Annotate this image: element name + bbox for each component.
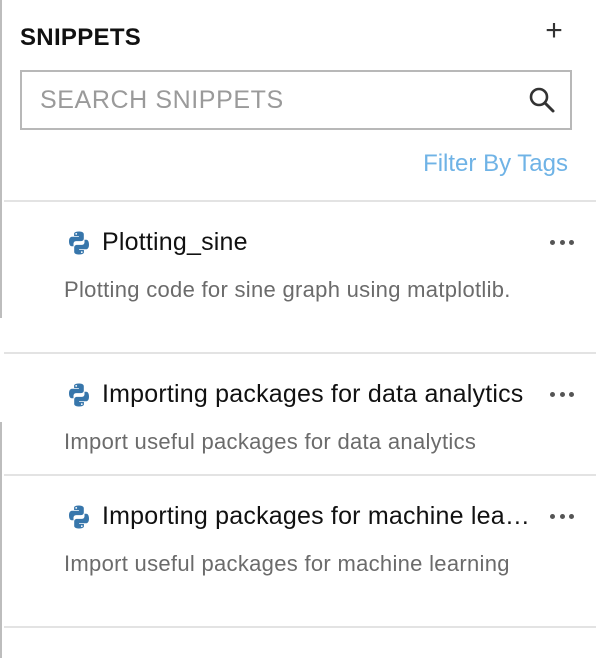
search-box [20, 70, 572, 130]
snippet-header: Plotting_sine [66, 228, 574, 258]
more-options-icon[interactable] [550, 238, 574, 246]
panel-edge [0, 422, 2, 658]
snippet-header: Importing packages for data analytics [66, 380, 574, 410]
snippet-list: Plotting_sine Plotting code for sine gra… [4, 200, 596, 628]
snippet-name: Plotting_sine [102, 228, 248, 256]
search-input[interactable] [40, 72, 520, 128]
snippet-description: Import useful packages for machine learn… [64, 551, 510, 576]
snippet-item[interactable]: Plotting_sine Plotting code for sine gra… [4, 202, 596, 352]
snippet-description: Import useful packages for data analytic… [64, 429, 477, 454]
snippet-name: Importing packages for machine learning [102, 502, 534, 530]
python-icon [69, 383, 89, 407]
snippet-item[interactable]: Importing packages for machine learning … [4, 476, 596, 626]
more-options-icon[interactable] [550, 512, 574, 520]
snippet-name: Importing packages for data analytics [102, 380, 524, 408]
add-snippet-button[interactable]: + [540, 16, 568, 46]
python-icon [69, 231, 89, 255]
more-options-icon[interactable] [550, 390, 574, 398]
snippets-panel: SNIPPETS + Filter By Tags Plotting_sine … [0, 0, 596, 658]
snippet-item[interactable]: Importing packages for data analytics Im… [4, 354, 596, 474]
snippet-header: Importing packages for machine learning [66, 502, 574, 532]
divider [4, 626, 596, 628]
python-icon [69, 505, 89, 529]
search-icon[interactable] [528, 86, 556, 114]
filter-by-tags-link[interactable]: Filter By Tags [423, 150, 568, 178]
panel-edge [0, 0, 2, 318]
panel-header: SNIPPETS + [20, 16, 572, 54]
snippet-description: Plotting code for sine graph using matpl… [64, 277, 511, 302]
panel-title: SNIPPETS [20, 24, 142, 51]
